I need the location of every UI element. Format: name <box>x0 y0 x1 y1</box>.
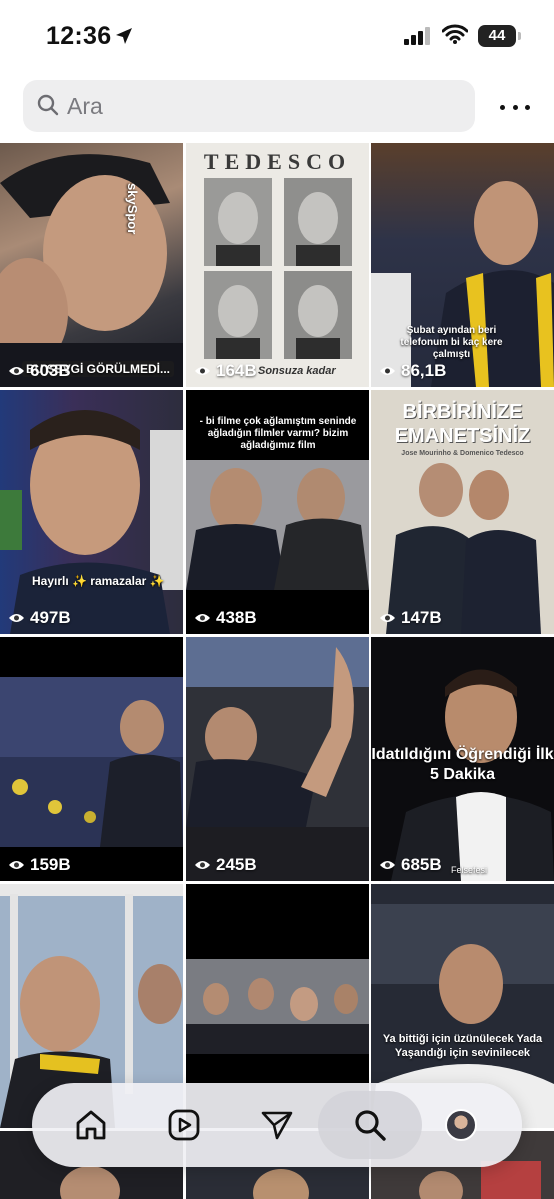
view-count-text: 245B <box>216 855 257 874</box>
bottom-nav-bar <box>32 1083 522 1167</box>
view-count-text: 685B <box>401 855 442 874</box>
view-count: 147B <box>379 608 442 628</box>
tile-caption: Idatıldığını Öğrendiği İlk 5 Dakika <box>371 746 554 783</box>
more-options-button[interactable] <box>500 92 530 122</box>
view-count-text: 603B <box>30 361 71 380</box>
battery-tip <box>518 32 521 40</box>
battery-indicator: 44 <box>478 25 516 47</box>
view-count: 245B <box>194 855 257 875</box>
view-count: 497B <box>8 608 71 628</box>
view-count: 603B <box>8 361 71 381</box>
grid-tile[interactable]: 159B <box>0 637 183 881</box>
grid-tile[interactable]: Şubat ayından beri telefonum bi kaç kere… <box>371 143 554 387</box>
search-icon <box>37 94 59 116</box>
search-icon <box>355 1110 386 1141</box>
eye-icon <box>195 367 210 375</box>
grid-tile[interactable]: 245B <box>186 637 369 881</box>
more-dot-icon <box>525 104 530 110</box>
tile-caption: Ya bittiği için üzünülecek Yada Yaşandığ… <box>382 1033 543 1059</box>
grid-tile[interactable]: Hayırlı ✨ ramazalar ✨ 497B <box>0 390 183 634</box>
search-row: Ara <box>0 72 554 142</box>
eye-icon <box>380 367 395 375</box>
thumbnail-car <box>186 637 369 827</box>
search-input[interactable]: Ara <box>67 80 103 132</box>
reels-icon <box>168 1109 200 1141</box>
view-count: 159B <box>8 855 71 875</box>
view-count-text: 159B <box>30 855 71 874</box>
tile-caption: Hayırlı ✨ ramazalar ✨ <box>32 574 165 588</box>
nav-messages-button[interactable] <box>251 1099 303 1151</box>
view-count-text: 497B <box>30 608 71 627</box>
status-bar: 12:36 44 <box>0 0 554 72</box>
thumbnail-stadium <box>0 677 183 847</box>
explore-grid: BU SEVGİ GÖRÜLMEDİ... skySpor 603B TEDES… <box>0 143 554 1199</box>
eye-icon <box>195 614 210 622</box>
view-count: 438B <box>194 608 257 628</box>
view-count-text: 86,1B <box>401 361 447 380</box>
grid-tile[interactable]: Idatıldığını Öğrendiği İlk 5 Dakika Fels… <box>371 637 554 881</box>
search-box[interactable]: Ara <box>23 80 475 132</box>
nav-search-button[interactable] <box>344 1099 396 1151</box>
cellular-signal-icon <box>404 27 430 45</box>
grid-tile[interactable]: BİRBİRİNİZE EMANETSİNİZ Jose Mourinho & … <box>371 390 554 634</box>
grid-tile[interactable]: TEDESCO Sonsuza kadar 164B <box>186 143 369 387</box>
tile-watermark: skySpor <box>125 183 140 235</box>
thumbnail-photobooth <box>204 178 352 359</box>
view-count: 86,1B <box>379 361 446 381</box>
view-count: 164B <box>194 361 257 381</box>
eye-icon <box>380 614 395 622</box>
thumbnail-person <box>0 154 183 387</box>
tile-watermark: Felsefesi <box>451 865 488 875</box>
view-count-text: 164B <box>216 361 257 380</box>
eye-icon <box>9 614 24 622</box>
location-arrow-icon <box>116 28 132 44</box>
eye-icon <box>9 861 24 869</box>
eye-icon <box>195 861 210 869</box>
home-icon <box>76 1110 106 1140</box>
thumbnail-person <box>0 410 183 634</box>
profile-avatar <box>445 1109 477 1141</box>
view-count: 685B <box>379 855 442 875</box>
tile-caption: Sonsuza kadar <box>258 365 336 377</box>
tile-caption: - bi filme çok ağlamıştım seninde ağladı… <box>199 416 357 451</box>
status-time: 12:36 <box>46 22 112 50</box>
nav-profile-button[interactable] <box>435 1099 487 1151</box>
view-count-text: 438B <box>216 608 257 627</box>
view-count-text: 147B <box>401 608 442 627</box>
tile-caption: Şubat ayından beri telefonum bi kaç kere… <box>400 325 503 360</box>
eye-icon <box>380 861 395 869</box>
thumbnail-people <box>386 463 541 634</box>
wifi-icon <box>442 24 468 44</box>
nav-reels-button[interactable] <box>158 1099 210 1151</box>
eye-icon <box>9 367 24 375</box>
more-dot-icon <box>512 104 518 110</box>
grid-tile[interactable]: BU SEVGİ GÖRÜLMEDİ... skySpor 603B <box>0 143 183 387</box>
more-dot-icon <box>500 104 505 110</box>
nav-home-button[interactable] <box>65 1099 117 1151</box>
grid-tile[interactable]: - bi filme çok ağlamıştım seninde ağladı… <box>186 390 369 634</box>
send-icon <box>261 1111 293 1140</box>
